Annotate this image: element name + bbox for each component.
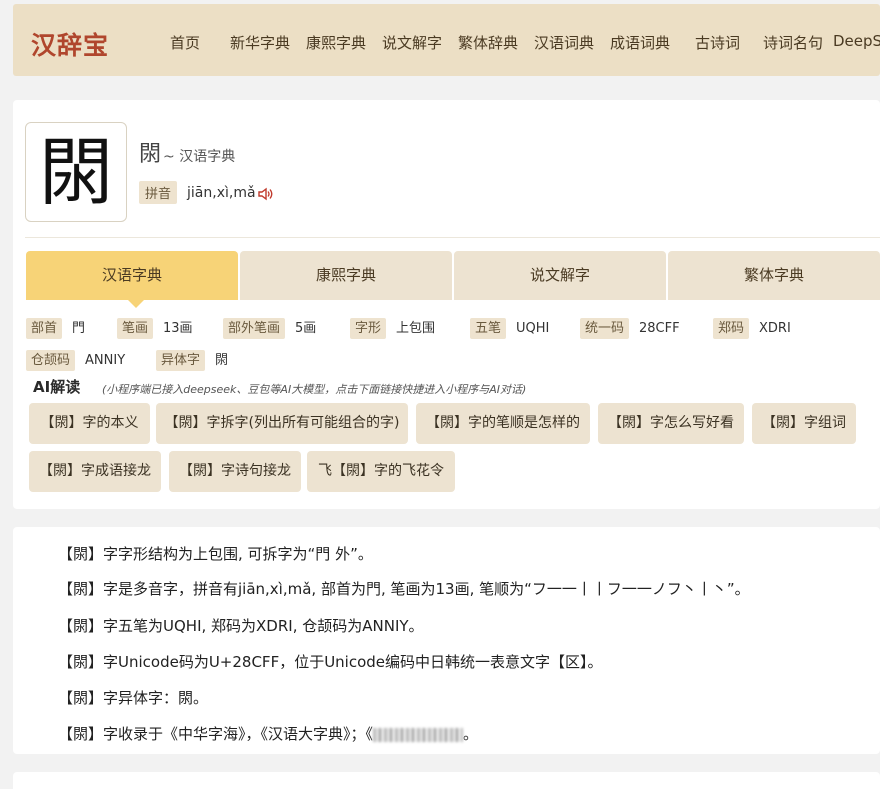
attr-label: 笔画 [117, 318, 154, 339]
ai-button-decompose[interactable]: 【閖】字拆字(列出所有可能组合的字) [156, 403, 408, 444]
speaker-icon[interactable] [257, 186, 274, 200]
description-line: 【閖】字是多音字，拼音有jiān,xì,mǎ, 部首为門, 笔画为13画, 笔顺… [58, 580, 750, 598]
pinyin-value: jiān,xì,mǎ [187, 184, 256, 201]
description-card: 【閖】字字形结构为上包围, 可拆字为“門 外”。 【閖】字是多音字，拼音有jiā… [13, 527, 880, 754]
entry-title: 閖 ~ 汉语字典 [139, 136, 235, 168]
tab-traditional-dictionary[interactable]: 繁体字典 [668, 251, 880, 300]
attr-value: 閖 [215, 353, 229, 368]
attr-label: 部首 [26, 318, 63, 339]
attr-unicode: 统一码 28CFF [580, 317, 680, 339]
nav-ancient-poems[interactable]: 古诗词 [695, 32, 740, 53]
nav-deepseek[interactable]: DeepS [833, 32, 880, 50]
attr-cangjie: 仓颉码 ANNIY [26, 349, 126, 371]
description-line-sources: 【閖】字收录于《中华字海》，《汉语大字典》；《 。 [58, 723, 478, 744]
ai-button-idiom-chain[interactable]: 【閖】字成语接龙 [29, 451, 161, 492]
attr-value: 28CFF [639, 321, 680, 336]
nav-xinhua-dictionary[interactable]: 新华字典 [230, 32, 290, 53]
nav-traditional-dictionary[interactable]: 繁体辞典 [458, 32, 518, 53]
entry-title-character: 閖 [139, 142, 162, 167]
attr-variant: 异体字閖 [156, 349, 229, 371]
description-tail: 。 [463, 725, 479, 743]
description-text: 【閖】字收录于《中华字海》，《汉语大字典》；《 [58, 725, 374, 743]
attr-zhengma: 郑码 XDRI [713, 317, 791, 339]
attr-value: 上包围 [396, 321, 436, 336]
ai-button-flying-flower[interactable]: 飞【閖】字的飞花令 [307, 451, 455, 492]
top-navbar: 汉辞宝 首页 新华字典 康熙字典 说文解字 繁体辞典 汉语词典 成语词典 古诗词… [13, 4, 880, 76]
attr-label: 异体字 [156, 350, 206, 371]
description-line: 【閖】字Unicode码为U+28CFF，位于Unicode编码中日韩统一表意文… [58, 653, 603, 671]
attr-structure: 字形 上包围 [350, 317, 436, 339]
nav-home[interactable]: 首页 [170, 32, 200, 53]
ai-section-title: AI解读 [33, 378, 81, 396]
nav-famous-lines[interactable]: 诗词名句 [763, 32, 823, 53]
nav-shuowen[interactable]: 说文解字 [382, 32, 442, 53]
attr-value: 13画 [163, 321, 193, 336]
attr-label: 字形 [350, 318, 387, 339]
ai-button-poem-chain[interactable]: 【閖】字诗句接龙 [169, 451, 301, 492]
next-card [13, 772, 880, 789]
nav-chinese-dictionary[interactable]: 汉语词典 [534, 32, 594, 53]
description-line: 【閖】字异体字：閖。 [58, 689, 209, 707]
attr-label: 统一码 [580, 318, 630, 339]
ai-button-meaning[interactable]: 【閖】字的本义 [29, 403, 150, 444]
description-line: 【閖】字字形结构为上包围, 可拆字为“門 外”。 [58, 545, 373, 563]
attr-value: 門 [72, 321, 86, 336]
entry-title-suffix: ~ 汉语字典 [163, 149, 236, 165]
attr-strokes: 笔画 13画 [117, 317, 193, 339]
character-box: 閖 [25, 122, 127, 222]
attr-outer-strokes: 部外笔画 5画 [223, 317, 317, 339]
pinyin-row: 拼音 jiān,xì,mǎ [139, 181, 274, 204]
attr-value: 5画 [295, 321, 317, 336]
blurred-text [373, 727, 464, 742]
nav-kangxi-dictionary[interactable]: 康熙字典 [306, 32, 366, 53]
ai-button-stroke-order[interactable]: 【閖】字的笔顺是怎样的 [416, 403, 590, 444]
attr-label: 五笔 [470, 318, 507, 339]
attr-label: 部外笔画 [223, 318, 286, 339]
tab-shuowen[interactable]: 说文解字 [454, 251, 666, 300]
divider [25, 237, 880, 238]
attr-label: 郑码 [713, 318, 750, 339]
attr-label: 仓颉码 [26, 350, 76, 371]
ai-button-calligraphy[interactable]: 【閖】字怎么写好看 [598, 403, 744, 444]
attr-radical: 部首門 [26, 317, 86, 339]
ai-section-note: (小程序端已接入deepseek、豆包等AI大模型，点击下面链接快捷进入小程序与… [102, 383, 527, 396]
main-nav: 首页 新华字典 康熙字典 说文解字 繁体辞典 汉语词典 成语词典 古诗词 诗词名… [13, 4, 880, 76]
character-glyph: 閖 [39, 130, 113, 216]
attr-value: ANNIY [85, 353, 126, 368]
dictionary-tabs: 汉语字典 康熙字典 说文解字 繁体字典 [26, 251, 880, 308]
description-line: 【閖】字五笔为UQHI, 郑码为XDRI, 仓颉码为ANNIY。 [58, 617, 424, 635]
ai-button-words[interactable]: 【閖】字组词 [752, 403, 856, 444]
tab-kangxi-dictionary[interactable]: 康熙字典 [240, 251, 452, 300]
attr-value: XDRI [759, 321, 791, 336]
entry-card: 閖 閖 ~ 汉语字典 拼音 jiān,xì,mǎ 汉语字典 康熙字典 说文解字 繁… [13, 100, 880, 509]
pinyin-label: 拼音 [139, 181, 178, 204]
nav-idiom-dictionary[interactable]: 成语词典 [610, 32, 670, 53]
attr-value: UQHI [516, 321, 550, 336]
tab-chinese-dictionary[interactable]: 汉语字典 [26, 251, 238, 308]
attr-wubi: 五笔 UQHI [470, 317, 550, 339]
